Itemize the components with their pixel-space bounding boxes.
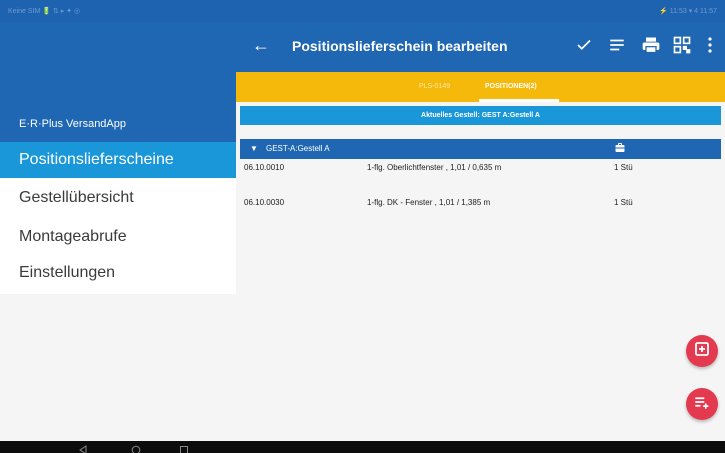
more-vert-icon[interactable] (703, 34, 717, 56)
tab-bar: PLS-0149 POSITIONEN(2) (236, 72, 725, 102)
arrow-back-icon[interactable]: ← (252, 36, 270, 54)
status-right: ⚡ 11:53 ▾ 4 11:57 (659, 8, 717, 15)
status-bar: Keine SIM 🔋 ⇅ ▸ ✦ ◎ ⚡ 11:53 ▾ 4 11:57 (0, 0, 725, 22)
add-list-button[interactable] (686, 388, 718, 420)
sort-lines-icon[interactable] (606, 34, 628, 56)
row-description: 1-flg. DK - Fenster , 1,01 / 1,385 m (367, 198, 491, 207)
sidebar-item-montageabrufe[interactable]: Montageabrufe (0, 219, 236, 255)
sidebar-item-einstellungen[interactable]: Einstellungen (0, 255, 236, 291)
tab-indicator (479, 99, 559, 102)
app-name: E·R·Plus VersandApp (19, 118, 126, 130)
current-rack-banner: Aktuelles Gestell: GEST A:Gestell A (240, 106, 721, 125)
add-list-icon (693, 393, 711, 416)
add-to-cart-button[interactable] (686, 335, 718, 367)
navigation-drawer: E·R·Plus VersandApp Positionslieferschei… (0, 72, 236, 294)
tab-positionen[interactable]: POSITIONEN(2) (485, 83, 537, 90)
app-screen: Keine SIM 🔋 ⇅ ▸ ✦ ◎ ⚡ 11:53 ▾ 4 11:57 ← … (0, 0, 725, 453)
tab-pls[interactable]: PLS-0149 (419, 83, 450, 90)
drawer-header: E·R·Plus VersandApp (0, 72, 236, 142)
row-description: 1-flg. Oberlichtfenster , 1,01 / 0,635 m (367, 163, 502, 172)
app-toolbar: ← Positionslieferschein bearbeiten (0, 22, 725, 72)
nav-home-icon[interactable] (131, 442, 141, 453)
nav-recents-icon[interactable] (179, 442, 189, 453)
system-nav-bar (0, 441, 725, 453)
chevron-down-icon[interactable]: ▼ (250, 144, 258, 153)
row-quantity: 1 Stü (614, 198, 633, 207)
status-left: Keine SIM 🔋 ⇅ ▸ ✦ ◎ (8, 8, 81, 15)
row-quantity: 1 Stü (614, 163, 633, 172)
qr-code-icon[interactable] (671, 34, 693, 56)
group-label: GEST-A:Gestell A (266, 144, 330, 153)
table-row[interactable]: 06.10.0010 1-flg. Oberlichtfenster , 1,0… (240, 157, 721, 177)
print-icon[interactable] (640, 34, 662, 56)
add-to-cart-icon (693, 340, 711, 363)
group-header[interactable]: ▼ GEST-A:Gestell A (240, 139, 721, 159)
page-title: Positionslieferschein bearbeiten (292, 38, 508, 54)
sidebar-item-gestelluebersicht[interactable]: Gestellübersicht (0, 180, 236, 216)
nav-back-icon[interactable] (78, 442, 88, 453)
cart-icon[interactable] (614, 142, 626, 156)
check-icon[interactable] (573, 34, 595, 56)
sidebar-item-positionslieferscheine[interactable]: Positionslieferscheine (0, 142, 236, 178)
row-code: 06.10.0010 (244, 163, 285, 172)
table-row[interactable]: 06.10.0030 1-flg. DK - Fenster , 1,01 / … (240, 192, 721, 212)
row-code: 06.10.0030 (244, 198, 285, 207)
